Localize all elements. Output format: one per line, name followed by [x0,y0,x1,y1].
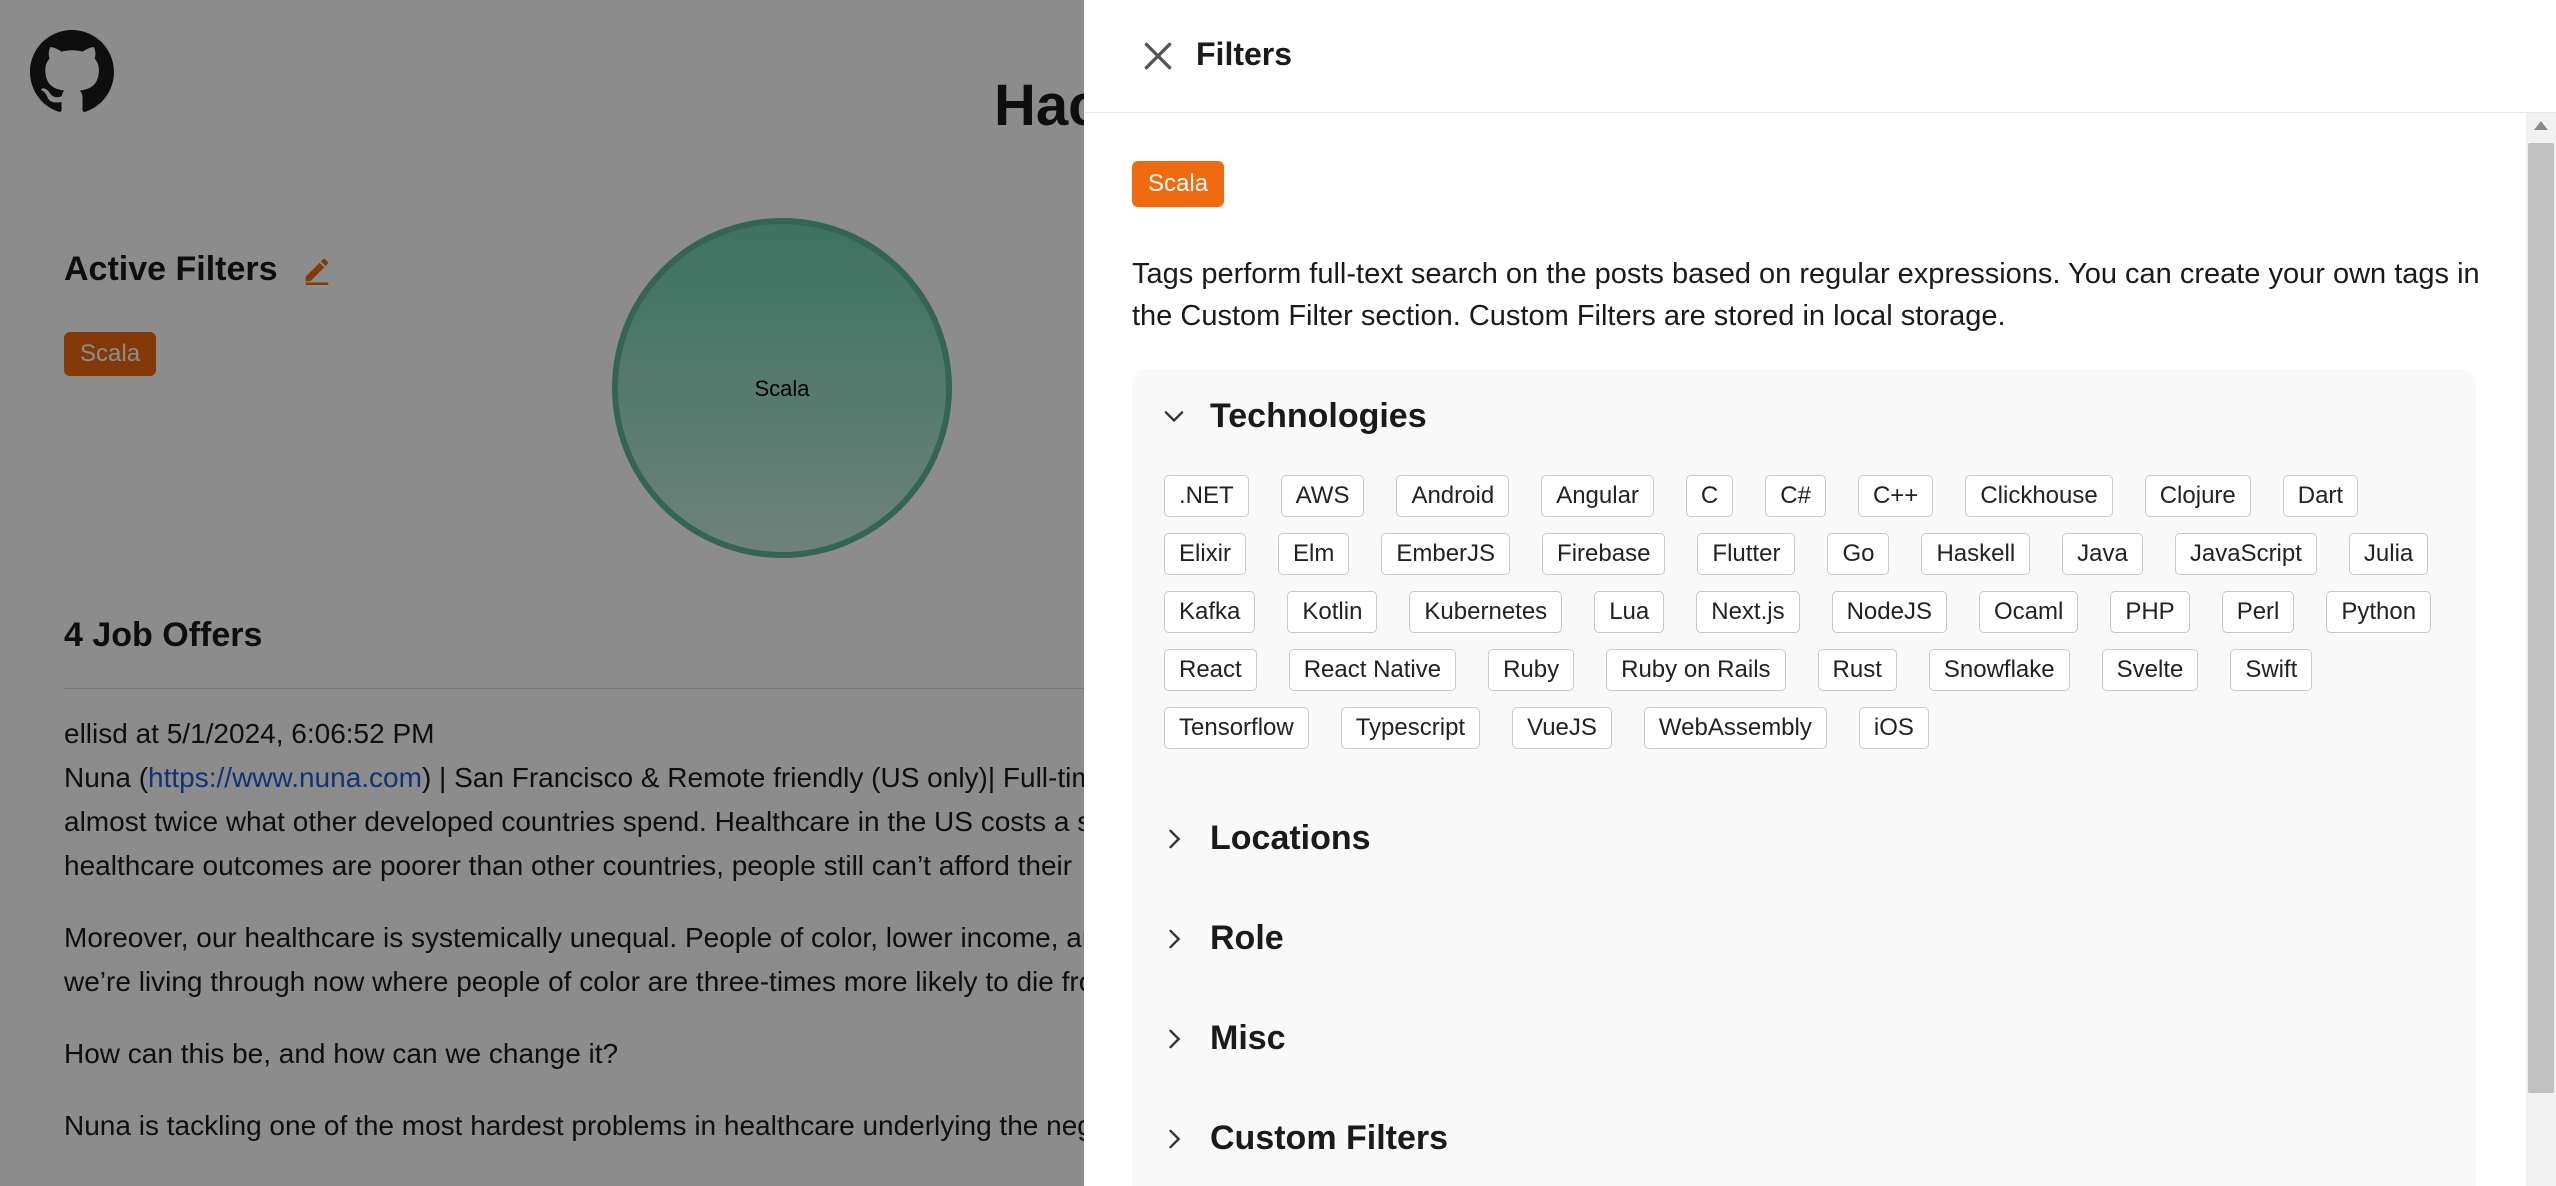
section-custom-filters-label: Custom Filters [1210,1119,1449,1157]
tag-chip[interactable]: Kubernetes [1409,591,1563,633]
tag-chip[interactable]: WebAssembly [1643,707,1827,749]
tag-chip[interactable]: NodeJS [1831,591,1947,633]
tag-chip[interactable]: Haskell [1921,533,2031,575]
drawer-header: Filters [1084,0,2556,113]
tag-chip[interactable]: Kafka [1164,591,1256,633]
tag-chip[interactable]: Go [1827,533,1890,575]
drawer-body: Scala Tags perform full-text search on t… [1084,113,2524,1186]
tag-chip[interactable]: Ocaml [1978,591,2079,633]
section-locations-label: Locations [1210,819,1371,857]
close-icon[interactable] [1138,36,1178,76]
tag-chip[interactable]: C# [1765,475,1826,517]
scroll-up-arrow-icon[interactable] [2534,121,2548,130]
tag-chip[interactable]: Ruby [1488,649,1575,691]
selected-filter-chip[interactable]: Scala [1132,161,1225,207]
tag-chip[interactable]: Flutter [1697,533,1796,575]
chevron-right-icon [1169,1029,1181,1048]
tag-chip[interactable]: VueJS [1512,707,1612,749]
drawer-scrollbar[interactable] [2526,113,2556,1186]
tag-chip[interactable]: Typescript [1340,707,1481,749]
tag-chip[interactable]: Ruby on Rails [1606,649,1786,691]
tag-chip[interactable]: Swift [2230,649,2313,691]
chevron-down-icon [1164,410,1184,422]
tag-chip[interactable]: Rust [1817,649,1897,691]
technology-tag-list: .NET AWS Android Angular C C# C++ Clickhouse Clo… [1164,475,2464,749]
tag-chip[interactable]: Java [2062,533,2143,575]
section-misc-label: Misc [1210,1019,1286,1057]
tag-chip[interactable]: Clojure [2144,475,2251,517]
tag-chip[interactable]: JavaScript [2174,533,2317,575]
tag-chip[interactable]: React Native [1288,649,1457,691]
tag-chip[interactable]: EmberJS [1381,533,1511,575]
tag-chip[interactable]: Perl [2221,591,2295,633]
tag-chip[interactable]: Elixir [1164,533,1246,575]
tag-chip[interactable]: C++ [1857,475,1934,517]
tag-chip[interactable]: Python [2326,591,2432,633]
tag-chip[interactable]: Tensorflow [1164,707,1309,749]
tag-chip[interactable]: Svelte [2101,649,2199,691]
tag-chip[interactable]: PHP [2110,591,2190,633]
section-locations-header[interactable]: Locations [1132,819,1371,858]
tag-chip[interactable]: Android [1396,475,1510,517]
tag-chip[interactable]: AWS [1280,475,1365,517]
section-technologies-label: Technologies [1210,397,1427,435]
filters-drawer: Filters Scala Tags perform full-text sea… [1084,0,2556,1186]
chevron-right-icon [1169,829,1181,848]
tag-chip[interactable]: Dart [2282,475,2359,517]
tag-chip[interactable]: Kotlin [1287,591,1378,633]
tag-chip[interactable]: Firebase [1542,533,1666,575]
tag-chip[interactable]: Lua [1594,591,1665,633]
tag-chip[interactable]: React [1164,649,1257,691]
filters-description: Tags perform full-text search on the pos… [1132,258,2480,332]
tag-chip[interactable]: Angular [1541,475,1654,517]
section-role-header[interactable]: Role [1132,919,1284,958]
tag-chip[interactable]: Snowflake [1928,649,2070,691]
section-misc-header[interactable]: Misc [1132,1019,1286,1058]
tag-chip[interactable]: iOS [1858,707,1929,749]
tag-chip[interactable]: C [1685,475,1734,517]
section-custom-filters-header[interactable]: Custom Filters [1132,1119,1448,1158]
filter-accordion: Technologies .NET AWS Android Angular C C# C++… [1132,369,2476,1186]
drawer-title: Filters [1196,36,1293,72]
section-technologies-header[interactable]: Technologies [1132,397,1427,436]
tag-chip[interactable]: Julia [2348,533,2429,575]
chevron-right-icon [1169,1129,1181,1148]
chevron-right-icon [1169,929,1181,948]
section-role-label: Role [1210,919,1284,957]
tag-chip[interactable]: Next.js [1696,591,1800,633]
tag-chip[interactable]: .NET [1164,475,1249,517]
tag-chip[interactable]: Elm [1278,533,1350,575]
scroll-thumb[interactable] [2528,143,2554,1093]
tag-chip[interactable]: Clickhouse [1965,475,2113,517]
